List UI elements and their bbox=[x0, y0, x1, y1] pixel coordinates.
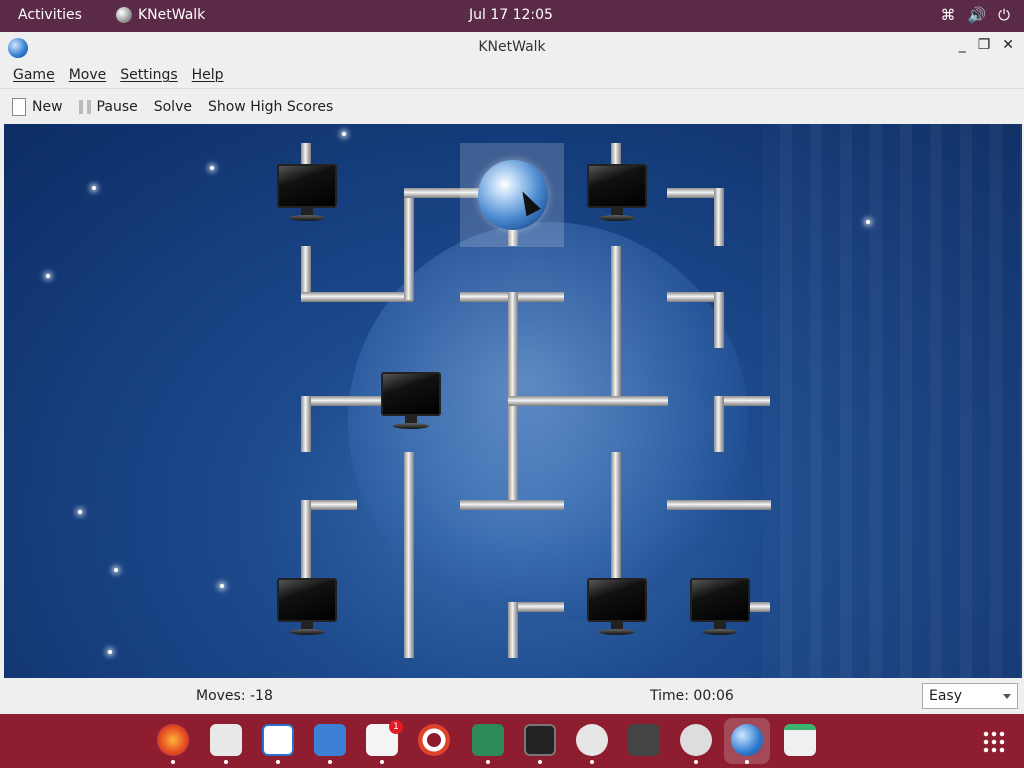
running-indicator bbox=[590, 760, 594, 764]
network-icon[interactable]: ⌘ bbox=[940, 6, 955, 24]
menu-help[interactable]: Help bbox=[192, 67, 224, 83]
solve-label: Solve bbox=[153, 98, 192, 115]
pipe-tile[interactable] bbox=[404, 452, 414, 658]
maximize-button[interactable]: ❐ bbox=[978, 37, 991, 53]
computer-monitor-icon[interactable] bbox=[690, 578, 750, 636]
menu-game[interactable]: Game bbox=[13, 67, 55, 83]
running-indicator bbox=[224, 760, 228, 764]
toolbar: New Pause Solve Show High Scores bbox=[0, 88, 1024, 124]
title-bar: KNetWalk _ ❐ ✕ bbox=[0, 32, 1024, 62]
evolution-icon[interactable] bbox=[210, 724, 242, 756]
close-button[interactable]: ✕ bbox=[1002, 37, 1014, 53]
chevron-down-icon bbox=[1003, 694, 1011, 699]
computer-monitor-icon[interactable] bbox=[381, 372, 441, 430]
star bbox=[220, 584, 224, 588]
star bbox=[108, 650, 112, 654]
gear-icon[interactable] bbox=[680, 724, 712, 756]
star bbox=[92, 186, 96, 190]
pipe-tile[interactable] bbox=[667, 500, 771, 510]
pipe-tile[interactable] bbox=[508, 396, 668, 406]
background-stripes bbox=[762, 124, 1022, 678]
high-scores-label: Show High Scores bbox=[207, 98, 334, 115]
software-update-badge: 1 bbox=[389, 720, 403, 734]
running-indicator bbox=[745, 760, 749, 764]
pipe-tile[interactable] bbox=[611, 246, 621, 402]
pipe-tile[interactable] bbox=[301, 396, 311, 452]
writer-icon[interactable] bbox=[262, 724, 294, 756]
firefox-icon[interactable] bbox=[157, 724, 189, 756]
pipe-tile[interactable] bbox=[714, 396, 724, 452]
pipe-tile[interactable] bbox=[301, 396, 385, 406]
terminal-icon[interactable] bbox=[524, 724, 556, 756]
knetwalk-icon bbox=[116, 7, 132, 23]
time-counter: Time: 00:06 bbox=[650, 688, 734, 704]
running-indicator bbox=[538, 760, 542, 764]
pause-label: Pause bbox=[96, 98, 138, 115]
computer-monitor-icon[interactable] bbox=[277, 578, 337, 636]
knetwalk-icon[interactable] bbox=[731, 724, 763, 756]
server-globe-icon[interactable] bbox=[478, 160, 548, 230]
menu-settings[interactable]: Settings bbox=[120, 67, 177, 83]
pipe-tile[interactable] bbox=[301, 246, 311, 298]
high-scores-button[interactable]: Show High Scores bbox=[208, 99, 333, 115]
running-indicator bbox=[380, 760, 384, 764]
running-indicator bbox=[486, 760, 490, 764]
game-board[interactable] bbox=[4, 124, 1022, 678]
pipe-tile[interactable] bbox=[460, 500, 564, 510]
new-button[interactable]: New bbox=[12, 97, 63, 116]
computer-monitor-icon[interactable] bbox=[587, 164, 647, 222]
running-indicator bbox=[694, 760, 698, 764]
activities-button[interactable]: Activities bbox=[18, 7, 82, 23]
star bbox=[78, 510, 82, 514]
app-menu[interactable]: KNetWalk bbox=[116, 7, 205, 23]
pipe-tile[interactable] bbox=[611, 452, 621, 578]
pause-icon bbox=[78, 99, 91, 114]
power-icon[interactable]: ⏻ bbox=[998, 6, 1010, 24]
new-game-icon bbox=[12, 97, 26, 116]
menu-move[interactable]: Move bbox=[69, 67, 107, 83]
computer-monitor-icon[interactable] bbox=[277, 164, 337, 222]
pipe-tile[interactable] bbox=[404, 188, 414, 300]
star bbox=[342, 132, 346, 136]
star bbox=[210, 166, 214, 170]
vm-icon[interactable] bbox=[628, 724, 660, 756]
files-icon[interactable] bbox=[314, 724, 346, 756]
new-label: New bbox=[32, 98, 63, 115]
solve-button[interactable]: Solve bbox=[154, 99, 192, 115]
difficulty-value: Easy bbox=[929, 688, 963, 704]
clock[interactable]: Jul 17 12:05 bbox=[469, 7, 553, 23]
star bbox=[866, 220, 870, 224]
game-icon[interactable] bbox=[472, 724, 504, 756]
show-applications-icon[interactable] bbox=[982, 730, 1006, 754]
dock: 1 bbox=[0, 714, 1024, 768]
minimize-button[interactable]: _ bbox=[959, 37, 966, 53]
star bbox=[114, 568, 118, 572]
pipe-tile[interactable] bbox=[714, 292, 724, 348]
pipe-tile[interactable] bbox=[714, 188, 724, 246]
pipe-tile[interactable] bbox=[301, 292, 413, 302]
knetwalk-window: KNetWalk _ ❐ ✕ Game Move Settings Help N… bbox=[0, 32, 1024, 714]
status-bar: Moves: -18 Time: 00:06 Easy bbox=[0, 678, 1024, 714]
help-icon[interactable] bbox=[418, 724, 450, 756]
top-bar: Activities KNetWalk Jul 17 12:05 ⌘ 🔊 ⏻ bbox=[0, 0, 1024, 32]
volume-icon[interactable]: 🔊 bbox=[967, 6, 986, 24]
robot-icon[interactable] bbox=[576, 724, 608, 756]
computer-monitor-icon[interactable] bbox=[587, 578, 647, 636]
running-indicator bbox=[276, 760, 280, 764]
pipe-tile[interactable] bbox=[508, 602, 518, 658]
menu-bar: Game Move Settings Help bbox=[0, 62, 1024, 88]
running-indicator bbox=[328, 760, 332, 764]
system-tray[interactable]: ⌘ 🔊 ⏻ bbox=[940, 6, 1010, 24]
trash-icon[interactable] bbox=[784, 724, 816, 756]
pipe-tile[interactable] bbox=[748, 602, 770, 612]
app-menu-label: KNetWalk bbox=[138, 7, 206, 23]
star bbox=[46, 274, 50, 278]
pause-button[interactable]: Pause bbox=[78, 98, 138, 115]
window-title: KNetWalk bbox=[478, 39, 546, 55]
pipe-tile[interactable] bbox=[301, 500, 311, 580]
running-indicator bbox=[171, 760, 175, 764]
difficulty-select[interactable]: Easy bbox=[922, 683, 1018, 709]
moves-counter: Moves: -18 bbox=[196, 688, 273, 704]
